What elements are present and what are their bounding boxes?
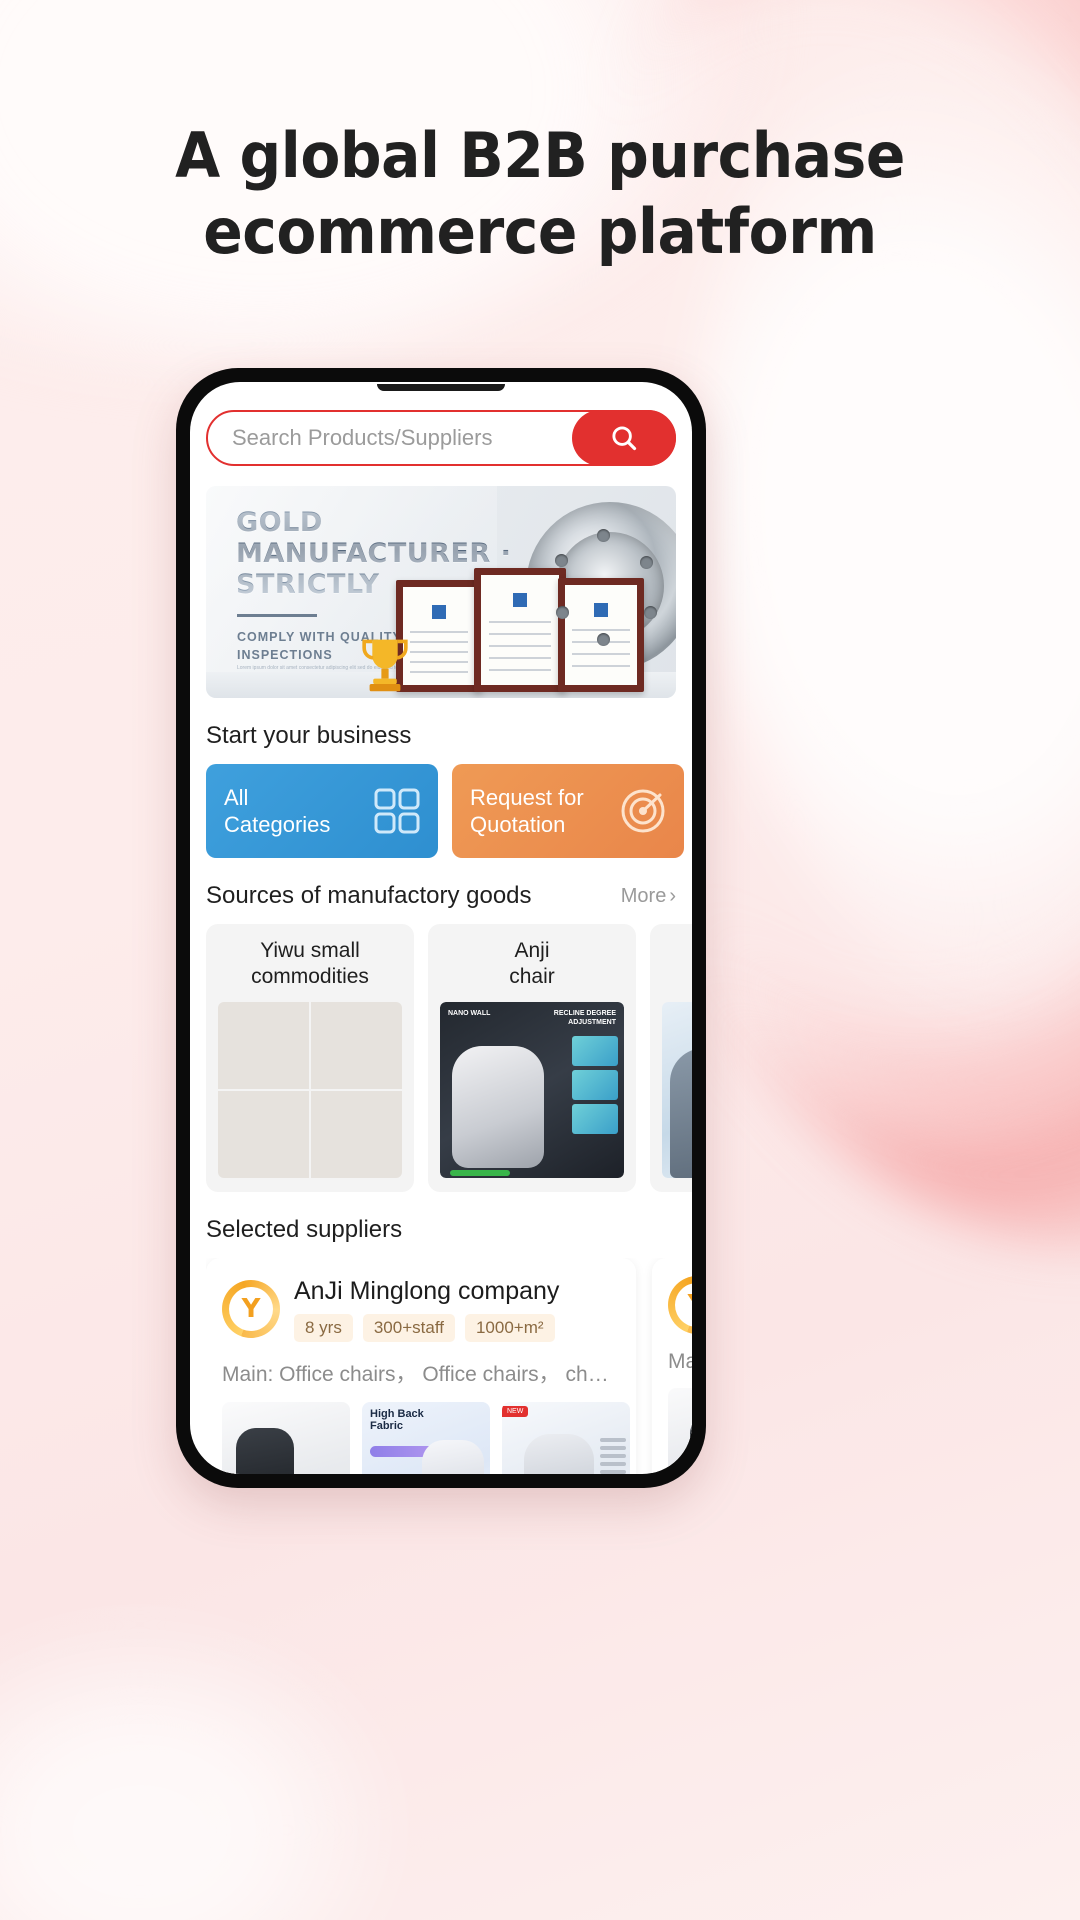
supplier-header: Y <box>668 1276 692 1334</box>
anji-right-label-line-1: RECLINE DEGREE <box>553 1010 616 1017</box>
product-tag: NEW <box>502 1406 529 1417</box>
card-label-line-2: Quotation <box>470 812 566 837</box>
child-figure <box>670 1048 692 1178</box>
supplier-info: AnJi Minglong company 8 yrs 300+staff 10… <box>294 1276 559 1342</box>
logo-letter: Y <box>241 1294 261 1324</box>
phone-notch <box>377 384 505 391</box>
status-badge: 8 yrs <box>294 1314 353 1342</box>
search-input[interactable]: Search Products/Suppliers <box>232 425 492 451</box>
anji-right-label-line-2: ADJUSTMENT <box>568 1019 616 1027</box>
chair-shape <box>452 1046 544 1168</box>
thumbnail-children-clothing <box>662 1002 692 1178</box>
product-thumbnail[interactable]: NEW <box>502 1402 630 1474</box>
headline-line-2: ecommerce platform <box>203 194 877 268</box>
source-name-line-2: clothing <box>662 964 692 990</box>
supplier-logo-icon: Y <box>668 1276 692 1334</box>
status-badge: 300+staff <box>362 1314 455 1342</box>
product-title: High Back Fabric <box>370 1408 424 1433</box>
source-card-name: Anji chair <box>440 938 624 992</box>
card-label-line-2: Categories <box>224 812 331 837</box>
thumbnail-jewelry <box>218 1002 309 1089</box>
supplier-product-thumbnails[interactable] <box>668 1388 692 1474</box>
product-thumbnail[interactable]: High Back Fabric <box>362 1402 490 1474</box>
source-card-anji[interactable]: Anji chair NANO WALL RECLINE DEGREE ADJU… <box>428 924 636 1192</box>
sources-carousel[interactable]: Yiwu small commodities Anji chair NANO W… <box>206 924 692 1192</box>
source-thumbnail-grid <box>218 1002 402 1178</box>
sources-more-link[interactable]: More › <box>621 885 676 908</box>
supplier-logo-icon: Y <box>222 1280 280 1338</box>
start-business-header: Start your business <box>206 722 676 750</box>
source-card-yiwu[interactable]: Yiwu small commodities <box>206 924 414 1192</box>
source-name-line-2: commodities <box>251 965 369 989</box>
card-label: All Categories <box>224 784 330 839</box>
target-icon <box>620 788 666 834</box>
supplier-card[interactable]: Y AnJi Minglong company 8 yrs 300+staff … <box>206 1258 636 1474</box>
supplier-name: AnJi Minglong company <box>294 1277 560 1305</box>
all-categories-card[interactable]: All Categories <box>206 764 438 858</box>
card-label-line-1: All <box>224 784 249 810</box>
more-label: More <box>620 884 667 907</box>
supplier-main-products: Main: Office chairs， Office chairs， chai… <box>222 1363 620 1386</box>
product-thumbnail[interactable] <box>222 1402 350 1474</box>
supplier-carousel[interactable]: Y AnJi Minglong company 8 yrs 300+staff … <box>206 1258 692 1474</box>
thumbnail-socks <box>218 1091 309 1178</box>
search-bar[interactable]: Search Products/Suppliers <box>206 410 676 466</box>
supplier-product-thumbnails[interactable]: High Back Fabric NEW <box>222 1402 630 1474</box>
product-title-line-2: Fabric <box>370 1420 404 1433</box>
product-title-line-1: High Back <box>370 1408 424 1420</box>
green-bar <box>450 1170 510 1176</box>
banner-title-line-2: MANUFACTURER · <box>236 537 512 569</box>
certificate-frame <box>474 568 566 692</box>
card-label-line-1: Request for <box>470 784 584 810</box>
source-name-line-2: chair <box>509 965 555 989</box>
headline-line-1: A global B2B purchase <box>175 119 905 192</box>
chair-shape <box>524 1434 594 1474</box>
grid-icon <box>374 788 420 834</box>
request-quotation-card[interactable]: Request for Quotation <box>452 764 684 858</box>
source-name-line-1: Zhili Child <box>662 938 692 964</box>
supplier-main-products: Mai... <box>668 1350 692 1373</box>
selected-suppliers-header: Selected suppliers <box>206 1216 676 1244</box>
section-title: Selected suppliers <box>206 1216 403 1243</box>
thumbnail-caps <box>311 1091 402 1178</box>
trophy-icon <box>362 639 408 692</box>
phone-screen: Search Products/Suppliers GOLD MANUFACTU… <box>190 382 692 1474</box>
page-headline: A global B2B purchase ecommerce platform <box>32 118 1047 269</box>
source-thumbnail-grid: NANO WALL RECLINE DEGREE ADJUSTMENT <box>440 1002 624 1178</box>
quick-action-carousel[interactable]: All Categories Request for Quotation <box>206 764 692 858</box>
section-title: Sources of manufactory goods <box>206 882 532 909</box>
banner-title-line-1: GOLD <box>236 507 323 538</box>
source-thumbnail-grid <box>662 1002 692 1178</box>
supplier-badges: 8 yrs 300+staff 1000+m² <box>294 1314 559 1342</box>
status-badge: 1000+m² <box>464 1314 555 1342</box>
phone-mockup: Search Products/Suppliers GOLD MANUFACTU… <box>176 368 706 1488</box>
feature-panels <box>572 1036 618 1134</box>
chevron-right-icon: › <box>669 884 676 907</box>
section-title: Start your business <box>206 722 412 749</box>
thumbnail-kettle <box>311 1002 402 1089</box>
hero-banner[interactable]: GOLD MANUFACTURER · STRICTLY COMPLY WITH… <box>206 486 676 698</box>
source-card-name: Zhili Child clothing <box>662 938 692 992</box>
supplier-header: Y AnJi Minglong company 8 yrs 300+staff … <box>222 1276 620 1342</box>
card-label: Request for Quotation <box>470 784 584 839</box>
source-name-line-1: Anji <box>514 939 550 962</box>
thumbnail-office-chair: NANO WALL RECLINE DEGREE ADJUSTMENT <box>440 1002 624 1178</box>
search-button[interactable] <box>572 410 676 466</box>
logo-letter: Y <box>688 1292 692 1318</box>
anji-right-label: RECLINE DEGREE ADJUSTMENT <box>554 1009 616 1027</box>
app-viewport: Search Products/Suppliers GOLD MANUFACTU… <box>190 382 692 1474</box>
product-thumbnail[interactable] <box>668 1388 692 1474</box>
source-card-name: Yiwu small commodities <box>218 938 402 992</box>
spec-lines <box>600 1438 626 1474</box>
sources-header: Sources of manufactory goods More › <box>206 882 676 910</box>
supplier-card[interactable]: Y Mai... <box>652 1258 692 1474</box>
source-name-line-1: Yiwu small <box>260 939 360 962</box>
search-icon <box>612 426 637 451</box>
anji-left-label: NANO WALL <box>448 1010 491 1017</box>
chair-shape <box>422 1440 484 1474</box>
banner-divider <box>237 614 317 617</box>
source-card-zhili[interactable]: Zhili Child clothing <box>650 924 692 1192</box>
